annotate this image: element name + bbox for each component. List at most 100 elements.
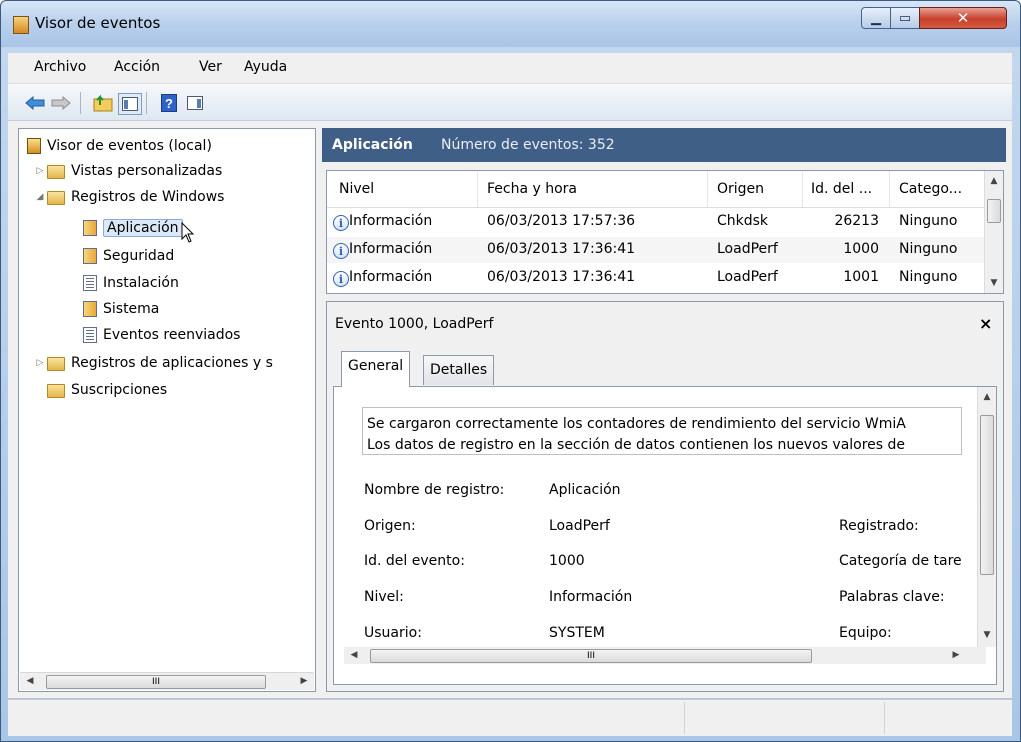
close-button[interactable]: ✕	[919, 7, 1007, 29]
tree-item-label: Sistema	[103, 301, 160, 317]
row-id: 26213	[834, 213, 879, 229]
tree-item-vistas-personalizadas[interactable]: ▷ Vistas personalizadas	[33, 159, 222, 183]
table-row[interactable]: i Información 06/03/2013 17:36:41 LoadPer…	[327, 265, 985, 291]
mouse-cursor-icon	[181, 222, 194, 243]
action-pane-icon	[187, 96, 203, 110]
scroll-left-icon[interactable]: ◀	[22, 673, 38, 689]
log-header: Aplicación Número de eventos: 352	[322, 128, 1006, 162]
subscriptions-folder-icon	[47, 384, 65, 398]
toolbar: ?	[8, 84, 1012, 121]
column-nivel[interactable]: Nivel	[339, 181, 374, 197]
row-id: 1001	[843, 269, 879, 285]
console-tree-icon	[122, 97, 138, 111]
field-label: Nombre de registro:	[364, 482, 505, 498]
tree-item-label: Registros de aplicaciones y s	[71, 355, 273, 371]
row-datetime: 06/03/2013 17:36:41	[487, 269, 636, 285]
forward-arrow-icon	[51, 96, 71, 110]
scroll-thumb[interactable]	[980, 415, 994, 575]
field-label-right: Palabras clave:	[839, 589, 945, 605]
tree-horizontal-scrollbar[interactable]: ◀ III ▶	[20, 672, 314, 690]
menu-ayuda[interactable]: Ayuda	[240, 59, 291, 75]
description-line: Los datos de registro en la sección de d…	[367, 437, 906, 453]
scroll-right-icon[interactable]: ▶	[296, 673, 312, 689]
help-button[interactable]: ?	[158, 93, 180, 113]
tree-item-seguridad[interactable]: Seguridad	[83, 244, 174, 268]
forward-button[interactable]	[50, 93, 72, 113]
information-icon: i	[333, 215, 349, 231]
scroll-down-icon[interactable]: ▼	[979, 627, 995, 643]
detail-vertical-scrollbar[interactable]: ▲ ▼	[977, 387, 996, 647]
table-row[interactable]: i Información 06/03/2013 17:36:41 LoadPer…	[327, 237, 985, 263]
field-label: Nivel:	[364, 589, 404, 605]
help-icon: ?	[161, 94, 177, 112]
field-label: Origen:	[364, 518, 416, 534]
tree-item-label: Registros de Windows	[71, 189, 225, 205]
tree-item-root[interactable]: Visor de eventos (local)	[27, 134, 212, 158]
menu-accion[interactable]: Acción	[110, 59, 164, 75]
scroll-thumb[interactable]: III	[370, 649, 812, 663]
tab-label: General	[348, 358, 404, 374]
scroll-thumb[interactable]	[987, 199, 1001, 223]
status-segment	[884, 702, 1012, 734]
column-categoria[interactable]: Catego...	[899, 181, 962, 197]
row-level: i Información	[333, 241, 432, 259]
column-id[interactable]: Id. del ...	[811, 181, 872, 197]
event-description[interactable]: Se cargaron correctamente los contadores…	[362, 407, 962, 455]
menu-ver[interactable]: Ver	[195, 59, 226, 75]
information-icon: i	[333, 271, 349, 287]
tree-item-sistema[interactable]: Sistema	[83, 297, 159, 321]
setup-log-icon	[83, 275, 97, 291]
scroll-up-icon[interactable]: ▲	[986, 173, 1002, 189]
status-segment	[684, 702, 885, 734]
tree-item-instalacion[interactable]: Instalación	[83, 271, 179, 295]
tree-item-registros-windows[interactable]: ◢ Registros de Windows	[33, 185, 224, 209]
field-label-right: Registrado:	[839, 518, 919, 534]
row-source: LoadPerf	[717, 269, 778, 285]
scroll-down-icon[interactable]: ▼	[986, 275, 1002, 291]
scroll-thumb[interactable]: III	[46, 675, 266, 689]
events-vertical-scrollbar[interactable]: ▲ ▼	[984, 171, 1003, 293]
close-detail-icon[interactable]: ×	[979, 314, 992, 333]
table-row[interactable]: i Información 06/03/2013 17:57:36 Chkdsk …	[327, 209, 985, 235]
row-category: Ninguno	[899, 269, 958, 285]
tree-item-aplicacion[interactable]: Aplicación	[83, 216, 195, 243]
back-button[interactable]	[24, 93, 46, 113]
tree-item-suscripciones[interactable]: Suscripciones	[47, 378, 167, 402]
column-fecha[interactable]: Fecha y hora	[487, 181, 577, 197]
console-tree: Visor de eventos (local) ▷ Vistas person…	[18, 128, 316, 692]
row-source: LoadPerf	[717, 241, 778, 257]
detail-horizontal-scrollbar[interactable]: ◀ III ▶	[344, 647, 986, 664]
tree-item-eventos-reenviados[interactable]: Eventos reenviados	[83, 323, 240, 347]
collapse-icon[interactable]: ◢	[33, 192, 47, 202]
application-log-icon	[83, 220, 97, 236]
scroll-up-icon[interactable]: ▲	[979, 389, 995, 405]
field-label-right: Categoría de tare	[839, 553, 962, 569]
custom-views-folder-icon	[47, 165, 65, 179]
tab-detalles[interactable]: Detalles	[423, 355, 495, 385]
maximize-button[interactable]: ▭	[890, 7, 920, 29]
show-hide-tree-button[interactable]	[118, 93, 142, 115]
tree-item-registros-aplicaciones[interactable]: ▷ Registros de aplicaciones y s	[33, 351, 273, 375]
scroll-right-icon[interactable]: ▶	[948, 647, 964, 663]
tab-general[interactable]: General	[341, 351, 411, 387]
window-title: Visor de eventos	[35, 14, 161, 32]
up-folder-button[interactable]	[92, 93, 114, 113]
title-bar: Visor de eventos ▁ ▭ ✕	[1, 1, 1020, 47]
minimize-button[interactable]: ▁	[861, 7, 891, 29]
column-origen[interactable]: Origen	[717, 181, 764, 197]
row-source: Chkdsk	[717, 213, 769, 229]
row-category: Ninguno	[899, 213, 958, 229]
event-detail-title: Evento 1000, LoadPerf	[335, 316, 494, 332]
scroll-grip: III	[587, 651, 595, 661]
scroll-left-icon[interactable]: ◀	[346, 647, 362, 663]
row-level: i Información	[333, 213, 432, 231]
menu-archivo[interactable]: Archivo	[30, 59, 90, 75]
expand-icon[interactable]: ▷	[33, 358, 47, 368]
show-action-pane-button[interactable]	[184, 93, 206, 113]
row-level: i Información	[333, 269, 432, 287]
windows-logs-folder-icon	[47, 191, 65, 205]
field-value: Aplicación	[549, 482, 621, 498]
description-line: Se cargaron correctamente los contadores…	[367, 416, 906, 432]
row-datetime: 06/03/2013 17:36:41	[487, 241, 636, 257]
expand-icon[interactable]: ▷	[33, 166, 47, 176]
